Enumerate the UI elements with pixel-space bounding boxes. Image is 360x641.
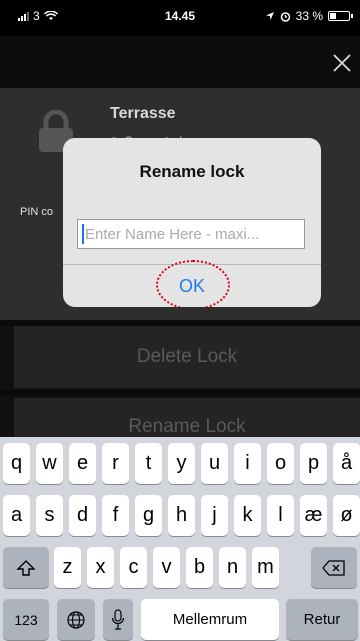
shift-icon [16, 559, 36, 576]
input-placeholder: Enter Name Here - maxi... [85, 225, 260, 243]
key-w[interactable]: w [36, 443, 63, 484]
key-a[interactable]: a [3, 495, 30, 536]
phone-screen: 3 14.45 33 % Terrasse Connected [0, 0, 360, 641]
keyboard: qwertyuiopå asdfghjklæø zxcvbnm 123 Mell… [0, 437, 360, 641]
battery-percent: 33 % [295, 9, 323, 23]
status-bar: 3 14.45 33 % [0, 0, 360, 36]
key-l[interactable]: l [267, 495, 294, 536]
app-header [0, 36, 360, 88]
key-c[interactable]: c [120, 547, 147, 588]
key-d[interactable]: d [69, 495, 96, 536]
key-r[interactable]: r [102, 443, 129, 484]
globe-key[interactable] [57, 599, 95, 640]
status-right: 33 % [265, 9, 353, 23]
backspace-icon [322, 559, 345, 576]
alarm-icon [280, 11, 290, 22]
key-g[interactable]: g [135, 495, 162, 536]
pin-code-label: PIN co [20, 206, 54, 218]
key-z[interactable]: z [54, 547, 81, 588]
key-q[interactable]: q [3, 443, 30, 484]
key-b[interactable]: b [186, 547, 213, 588]
close-button[interactable] [328, 50, 356, 78]
location-arrow-icon [265, 12, 274, 20]
space-key[interactable]: Mellemrum [141, 599, 279, 640]
key-f[interactable]: f [102, 495, 129, 536]
dialog-title: Rename lock [139, 162, 245, 181]
key-x[interactable]: x [87, 547, 114, 588]
key-h[interactable]: h [168, 495, 195, 536]
key-j[interactable]: j [201, 495, 228, 536]
lock-name: Terrasse [110, 105, 176, 122]
key-å[interactable]: å [333, 443, 360, 484]
key-y[interactable]: y [168, 443, 195, 484]
battery-fill [330, 13, 336, 19]
key-m[interactable]: m [252, 547, 279, 588]
key-t[interactable]: t [135, 443, 162, 484]
key-v[interactable]: v [153, 547, 180, 588]
key-s[interactable]: s [36, 495, 63, 536]
backspace-key[interactable] [311, 547, 357, 588]
key-k[interactable]: k [234, 495, 261, 536]
key-u[interactable]: u [201, 443, 228, 484]
shift-key[interactable] [3, 547, 49, 588]
key-ø[interactable]: ø [333, 495, 360, 536]
rename-lock-dialog: Rename lock Enter Name Here - maxi... OK [63, 138, 321, 307]
globe-icon [67, 610, 85, 629]
text-cursor [82, 224, 84, 244]
microphone-key[interactable] [103, 599, 133, 640]
key-e[interactable]: e [69, 443, 96, 484]
key-i[interactable]: i [234, 443, 261, 484]
close-icon [333, 54, 351, 72]
key-n[interactable]: n [219, 547, 246, 588]
delete-lock-button[interactable]: Delete Lock [14, 326, 360, 388]
return-key[interactable]: Retur [286, 599, 358, 640]
key-o[interactable]: o [267, 443, 294, 484]
ok-button[interactable]: OK [63, 265, 321, 307]
key-p[interactable]: p [300, 443, 327, 484]
key-æ[interactable]: æ [300, 495, 327, 536]
rename-lock-button[interactable]: Rename Lock [14, 398, 360, 442]
divider [0, 390, 360, 396]
numbers-key[interactable]: 123 [3, 599, 49, 640]
lock-name-input[interactable]: Enter Name Here - maxi... [77, 219, 305, 249]
microphone-icon [111, 608, 125, 630]
battery-icon [328, 11, 353, 21]
